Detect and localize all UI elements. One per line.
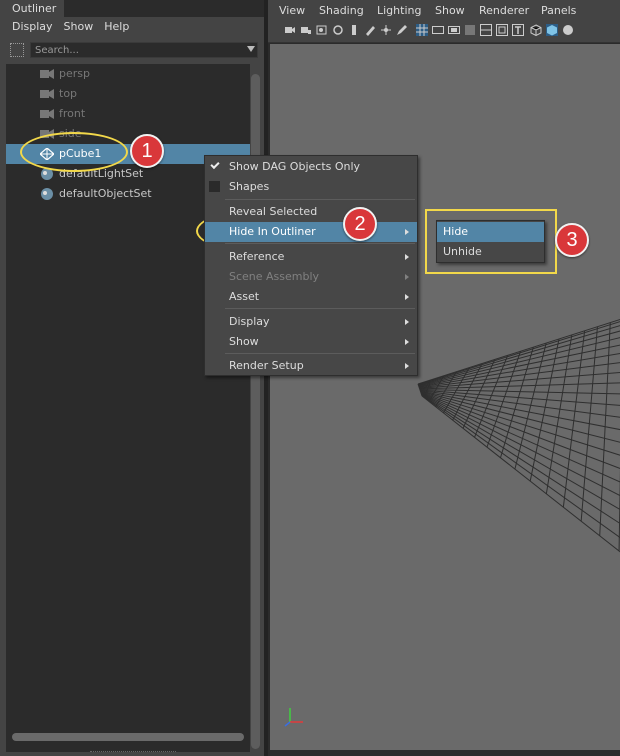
perspective-grid: [417, 319, 620, 553]
resize-grip[interactable]: [90, 751, 176, 756]
viewport-menubar: View Shading Lighting Show Renderer Pane…: [268, 0, 620, 20]
submenu-arrow-icon: [405, 254, 409, 260]
menu-item-label: Asset: [229, 290, 260, 303]
search-box[interactable]: [30, 42, 258, 58]
tree-item-top[interactable]: top: [6, 84, 250, 104]
axis-gizmo-icon: [284, 708, 303, 727]
menu-show[interactable]: Show: [60, 17, 101, 37]
safe-title-icon[interactable]: [512, 24, 524, 36]
menu-separator: [225, 308, 415, 309]
checkmark-icon: [210, 159, 220, 170]
outliner-panel: Display Show Help persp top front side p: [0, 17, 264, 756]
outliner-menubar: Display Show Help: [0, 17, 264, 37]
menu-item-label: Shapes: [229, 180, 270, 193]
submenu-arrow-icon: [405, 229, 409, 235]
camera-lock-icon[interactable]: [300, 24, 312, 36]
menu-item-label: Display: [229, 315, 270, 328]
submenu-arrow-icon: [405, 363, 409, 369]
viewport-toolbar: [268, 20, 620, 43]
panel-divider[interactable]: [264, 0, 268, 756]
submenu-arrow-icon: [405, 274, 409, 280]
menu-item-label: Show: [229, 335, 259, 348]
submenu-arrow-icon: [405, 294, 409, 300]
menu-show[interactable]: Show: [435, 0, 465, 22]
checkbox-icon: [209, 181, 220, 192]
menu-item-show-dag-objects-only[interactable]: Show DAG Objects Only: [205, 157, 417, 177]
camera-icon: [40, 109, 54, 119]
shaded-sphere-icon[interactable]: [562, 24, 574, 36]
annotation-frame-3: [425, 209, 557, 274]
menu-item-label: Hide In Outliner: [229, 225, 316, 238]
search-row: [0, 39, 264, 61]
horizontal-scroll-thumb[interactable]: [12, 733, 244, 741]
wireframe-cube-icon[interactable]: [530, 24, 542, 36]
menu-help[interactable]: Help: [100, 17, 136, 37]
menu-item-label: Render Setup: [229, 359, 304, 372]
tree-item-front[interactable]: front: [6, 104, 250, 124]
grease-pencil-icon[interactable]: [364, 24, 376, 36]
camera-select-icon[interactable]: [284, 24, 296, 36]
menu-item-show[interactable]: Show: [205, 332, 417, 352]
menu-renderer[interactable]: Renderer: [479, 0, 529, 22]
tree-item-persp[interactable]: persp: [6, 64, 250, 84]
bookmark-icon[interactable]: [316, 24, 328, 36]
tree-item-label: defaultObjectSet: [59, 187, 152, 200]
menu-separator: [225, 243, 415, 244]
menu-item-label: Show DAG Objects Only: [229, 160, 361, 173]
grid-toggle-icon[interactable]: [416, 24, 428, 36]
menu-display[interactable]: Display: [0, 17, 60, 37]
outliner-tab[interactable]: Outliner: [0, 0, 64, 17]
menu-item-display[interactable]: Display: [205, 312, 417, 332]
submenu-arrow-icon: [405, 339, 409, 345]
menu-item-reference[interactable]: Reference: [205, 247, 417, 267]
safe-action-icon[interactable]: [496, 24, 508, 36]
menu-item-hide-in-outliner[interactable]: Hide In Outliner: [205, 222, 417, 242]
menu-item-label: Scene Assembly: [229, 270, 320, 283]
field-chart-icon[interactable]: [480, 24, 492, 36]
move-tool-icon[interactable]: [380, 24, 392, 36]
search-input[interactable]: [31, 43, 235, 58]
tree-item-label: persp: [59, 67, 90, 80]
step-badge-3: 3: [555, 223, 589, 257]
set-icon: [41, 188, 53, 200]
smooth-shade-cube-icon[interactable]: [546, 24, 558, 36]
submenu-arrow-icon: [405, 319, 409, 325]
viewport-3d[interactable]: [270, 44, 620, 750]
menu-shading[interactable]: Shading: [319, 0, 364, 22]
gate-mask-icon[interactable]: [464, 24, 476, 36]
tree-item-label: front: [59, 107, 86, 120]
menu-separator: [225, 199, 415, 200]
annotation-ellipse-1: [20, 132, 128, 172]
tree-item-label: top: [59, 87, 78, 100]
film-gate-icon[interactable]: [432, 24, 444, 36]
menu-item-shapes[interactable]: Shapes: [205, 177, 417, 197]
search-dropdown-icon[interactable]: [247, 46, 255, 52]
resolution-gate-icon[interactable]: [448, 24, 460, 36]
camera-icon: [40, 69, 54, 79]
step-badge-1: 1: [130, 134, 164, 168]
menu-item-scene-assembly: Scene Assembly: [205, 267, 417, 287]
viewport-bottom-edge: [268, 750, 620, 756]
menu-lighting[interactable]: Lighting: [377, 0, 421, 22]
menu-panels[interactable]: Panels: [541, 0, 576, 22]
image-plane-icon[interactable]: [332, 24, 344, 36]
marquee-select-icon[interactable]: [10, 43, 24, 57]
menu-item-asset[interactable]: Asset: [205, 287, 417, 307]
step-badge-2: 2: [343, 207, 377, 241]
menu-item-render-setup[interactable]: Render Setup: [205, 356, 417, 376]
menu-item-label: Reference: [229, 250, 285, 263]
menu-item-reveal-selected[interactable]: Reveal Selected: [205, 202, 417, 222]
menu-item-label: Reveal Selected: [229, 205, 318, 218]
horizontal-scrollbar[interactable]: [8, 733, 244, 743]
flag-icon[interactable]: [348, 24, 360, 36]
pencil-icon[interactable]: [396, 24, 408, 36]
context-menu: Show DAG Objects Only Shapes Reveal Sele…: [204, 155, 418, 376]
menu-view[interactable]: View: [279, 0, 305, 22]
camera-icon: [40, 89, 54, 99]
menu-separator: [225, 353, 415, 354]
